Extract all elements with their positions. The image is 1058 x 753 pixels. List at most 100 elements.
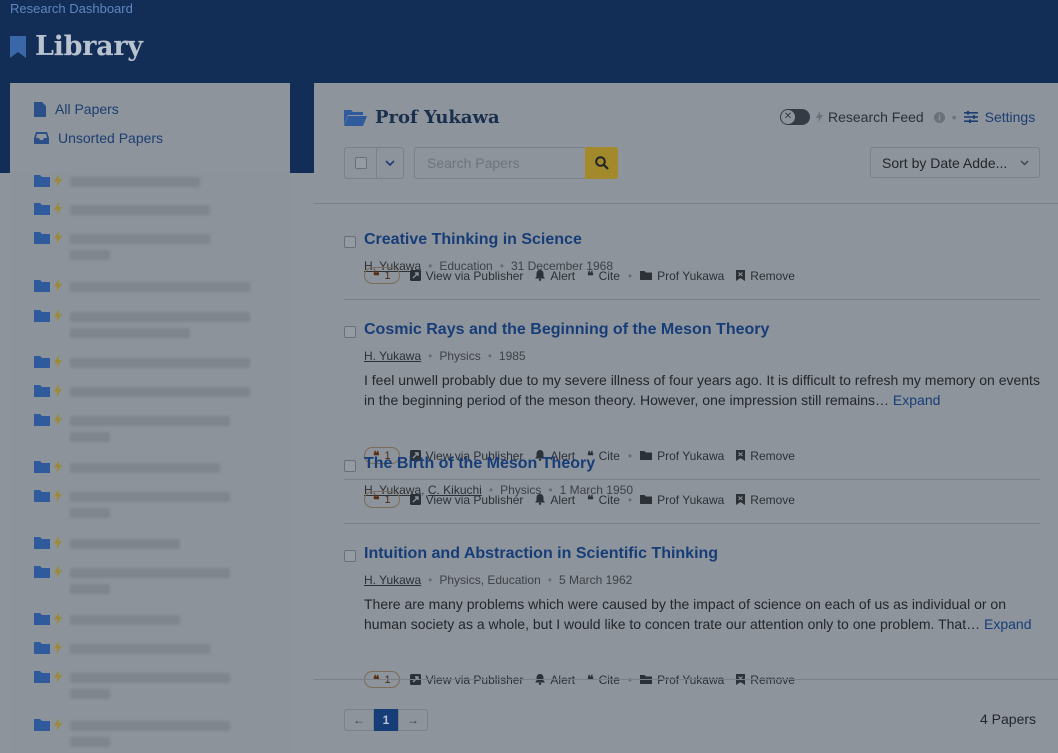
sidebar-folder-item[interactable] (34, 459, 62, 473)
quote-icon: ❝ (373, 492, 380, 507)
author-link[interactable]: H. Yukawa (364, 349, 421, 363)
sidebar-folder-item[interactable] (34, 383, 62, 397)
folder-name-redacted (70, 737, 110, 747)
bolt-icon (54, 612, 62, 625)
folder-name-redacted (70, 387, 250, 397)
folder-name-redacted (70, 508, 110, 518)
folder-name-redacted (70, 539, 180, 549)
breadcrumb-research-dashboard[interactable]: Research Dashboard (10, 1, 133, 16)
folder-name-redacted (70, 432, 110, 442)
sidebar-folder-item[interactable] (34, 488, 62, 502)
search-button[interactable] (585, 147, 618, 179)
separator-dot: • (487, 349, 492, 363)
sidebar-item-unsorted-papers[interactable]: Unsorted Papers (34, 130, 163, 146)
quote-icon: ❝ (587, 492, 594, 507)
bolt-icon (54, 460, 62, 473)
search-input[interactable] (414, 147, 586, 179)
paper-title-link[interactable]: The Birth of the Meson Theory (364, 455, 595, 473)
folder-name-redacted (70, 568, 230, 578)
folder-button[interactable]: Prof Yukawa (640, 493, 724, 507)
action-label: Alert (550, 268, 576, 283)
folder-icon (34, 566, 50, 578)
folder-icon (34, 461, 50, 473)
expand-link[interactable]: Expand (893, 392, 940, 408)
sidebar-folder-item[interactable] (34, 412, 62, 426)
bolt-icon (54, 489, 62, 502)
sidebar-folder-item[interactable] (34, 535, 62, 549)
citation-count-badge[interactable]: ❝1 (364, 491, 400, 508)
bolt-icon (54, 279, 62, 292)
sidebar-folder-item[interactable] (34, 669, 62, 683)
remove-button[interactable]: Remove (736, 269, 795, 283)
paper-title-link[interactable]: Creative Thinking in Science (364, 231, 582, 249)
remove-button[interactable]: Remove (736, 449, 795, 463)
paper-checkbox[interactable] (344, 460, 356, 472)
paper-title-link[interactable]: Cosmic Rays and the Beginning of the Mes… (364, 321, 769, 339)
collection-header: Prof Yukawa ✕ Research Feed • Settings S… (314, 83, 1058, 204)
sidebar-folder-item[interactable] (34, 354, 62, 368)
author-link[interactable]: H. Yukawa (364, 573, 421, 587)
cite-button[interactable]: ❝ Cite (587, 269, 620, 283)
sort-select[interactable]: Sort by Date Adde... (870, 147, 1040, 178)
research-feed-toggle[interactable]: ✕ (780, 109, 810, 125)
paper-title-link[interactable]: Intuition and Abstraction in Scientific … (364, 545, 718, 563)
paper-date: 5 March 1962 (558, 573, 633, 587)
view-via-publisher-button[interactable]: View via Publisher (409, 268, 524, 283)
folder-name-redacted (70, 492, 230, 502)
bookmark-remove-icon (736, 270, 746, 281)
checkbox (344, 326, 356, 338)
pagination: ← 1 → (344, 709, 428, 731)
alert-button[interactable]: Alert (535, 269, 575, 283)
action-label: Cite (598, 268, 620, 283)
folder-name-redacted (70, 584, 110, 594)
sidebar-folder-item[interactable] (34, 564, 62, 578)
expand-link[interactable]: Expand (984, 616, 1031, 632)
folder-button[interactable]: Prof Yukawa (640, 269, 724, 283)
sidebar-folder-item[interactable] (34, 230, 62, 244)
sidebar-folder-item[interactable] (34, 278, 62, 292)
folder-name-redacted (70, 615, 180, 625)
action-label: Cite (598, 448, 620, 463)
sidebar-folder-item[interactable] (34, 611, 62, 625)
view-via-publisher-button[interactable]: View via Publisher (409, 493, 523, 507)
paper-date: 1985 (498, 349, 526, 363)
bolt-icon (54, 231, 62, 244)
alert-button[interactable]: Alert (535, 493, 575, 507)
header-divider (314, 203, 1058, 204)
bolt-icon (54, 384, 62, 397)
prev-page-button[interactable]: ← (344, 709, 374, 731)
document-icon (34, 101, 46, 117)
sidebar-folder-item[interactable] (34, 640, 62, 654)
bookmark-remove-icon (736, 494, 746, 505)
sidebar-item-label: Unsorted Papers (58, 130, 164, 146)
info-icon[interactable] (933, 111, 945, 123)
folder-icon (34, 490, 50, 502)
page-1-button[interactable]: 1 (374, 709, 398, 731)
sliders-icon (963, 111, 978, 123)
cite-button[interactable]: ❝ Cite (587, 493, 620, 507)
next-page-button[interactable]: → (398, 709, 428, 731)
sidebar-folder-item[interactable] (34, 308, 62, 322)
bolt-icon (54, 174, 62, 187)
folder-icon (640, 271, 653, 280)
sidebar-item-all-papers[interactable]: All Papers (34, 101, 119, 117)
action-label: View via Publisher (425, 268, 524, 283)
folder-button[interactable]: Prof Yukawa (640, 449, 724, 463)
sidebar-folder-item[interactable] (34, 173, 62, 187)
remove-button[interactable]: Remove (736, 493, 795, 507)
folder-name-redacted (70, 282, 250, 292)
select-all-checkbox[interactable] (345, 148, 377, 178)
folder-name-redacted (70, 721, 230, 731)
paper-checkbox[interactable] (344, 326, 356, 338)
paper-checkbox[interactable] (344, 550, 356, 562)
list-divider (314, 679, 1058, 680)
bolt-icon (54, 641, 62, 654)
citation-count-badge[interactable]: ❝1 (364, 267, 400, 284)
paper-checkbox[interactable] (344, 236, 356, 248)
citation-count: 1 (384, 269, 391, 282)
settings-button[interactable]: Settings (963, 109, 1035, 125)
sidebar-folder-item[interactable] (34, 717, 62, 731)
sidebar-folder-item[interactable] (34, 201, 62, 215)
action-label: Remove (750, 448, 795, 463)
bulk-select-dropdown[interactable] (377, 148, 403, 178)
